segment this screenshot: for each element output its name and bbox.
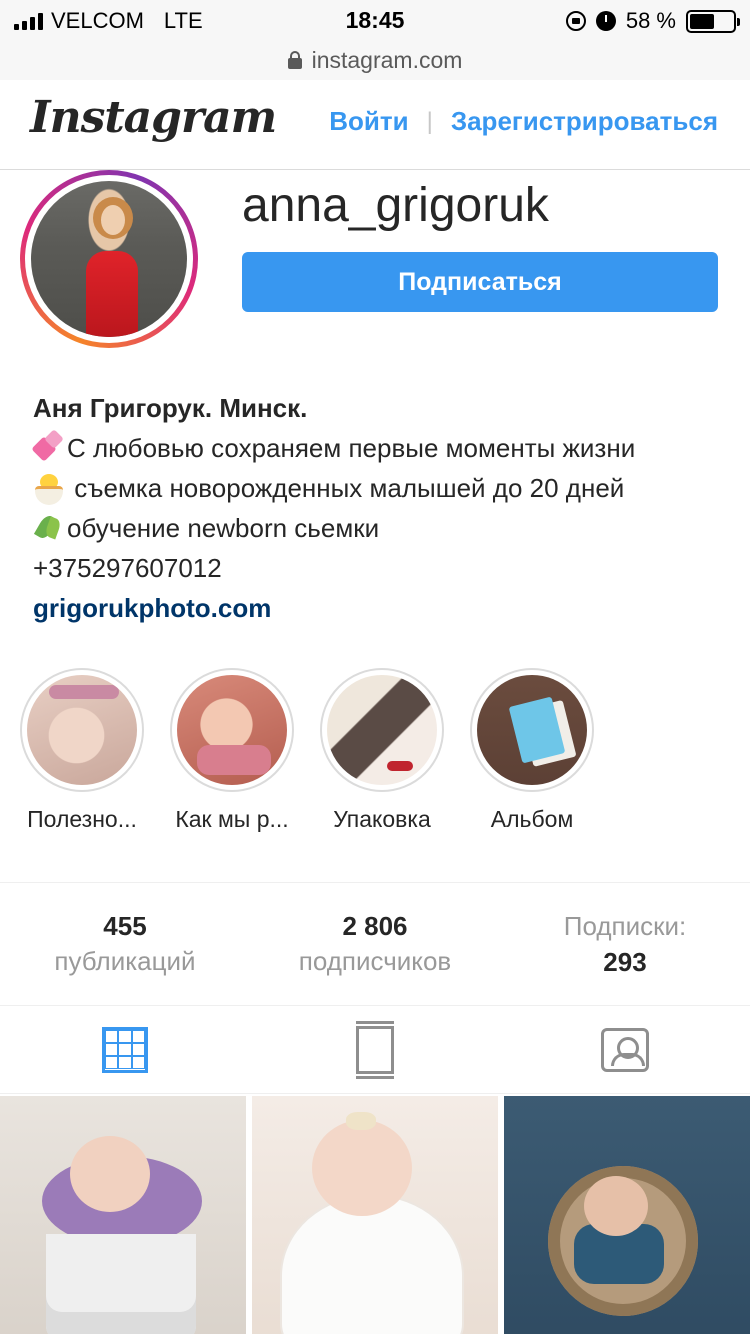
post-thumbnail[interactable] bbox=[504, 1096, 750, 1334]
battery-icon bbox=[686, 9, 740, 33]
battery-percent: 58 % bbox=[625, 8, 676, 33]
herb-icon bbox=[33, 512, 63, 542]
profile-tabs bbox=[0, 1006, 750, 1094]
hearts-icon bbox=[33, 432, 63, 462]
tab-feed[interactable] bbox=[250, 1006, 500, 1093]
following-value: 293 bbox=[603, 947, 647, 977]
highlight-item[interactable]: Как мы р... bbox=[170, 668, 294, 833]
login-link[interactable]: Войти bbox=[329, 106, 408, 137]
lock-icon bbox=[287, 51, 302, 69]
profile-avatar-story-ring[interactable] bbox=[20, 170, 198, 348]
auth-links: Войти | Зарегистрироваться bbox=[329, 106, 718, 137]
story-highlights: Полезно... Как мы р... Упаковка Альбом bbox=[20, 668, 594, 833]
highlight-cover bbox=[477, 675, 587, 785]
post-thumbnail[interactable] bbox=[0, 1096, 246, 1334]
feed-icon bbox=[356, 1020, 394, 1079]
followers-value: 2 806 bbox=[342, 911, 408, 941]
followers-count[interactable]: 2 806 подписчиков bbox=[250, 883, 500, 1005]
register-link[interactable]: Зарегистрироваться bbox=[451, 106, 718, 137]
following-label: Подписки: bbox=[563, 911, 687, 941]
profile-stats: 455 публикаций 2 806 подписчиков Подписк… bbox=[0, 882, 750, 1006]
rotation-lock-icon bbox=[565, 11, 586, 31]
profile-username: anna_grigoruk bbox=[242, 179, 549, 232]
bio-line: С любовью сохраняем первые моменты жизни bbox=[33, 428, 723, 468]
post-thumbnail[interactable] bbox=[252, 1096, 498, 1334]
tab-grid[interactable] bbox=[0, 1006, 250, 1093]
bio-phone[interactable]: +375297607012 bbox=[33, 548, 723, 588]
grid-icon bbox=[102, 1026, 148, 1073]
posts-value: 455 bbox=[103, 911, 147, 941]
bio-line: обучение newborn сьемки bbox=[33, 508, 723, 548]
follow-button[interactable]: Подписаться bbox=[242, 252, 718, 312]
highlight-label: Полезно... bbox=[27, 806, 137, 832]
alarm-icon bbox=[595, 11, 616, 31]
instagram-logo[interactable]: Instagram bbox=[30, 92, 277, 143]
browser-url-bar[interactable]: instagram.com bbox=[0, 40, 750, 80]
highlight-label: Упаковка bbox=[333, 806, 431, 832]
followers-label: подписчиков bbox=[298, 946, 452, 976]
highlight-cover bbox=[327, 675, 437, 785]
highlight-cover bbox=[27, 675, 137, 785]
status-bar: VELCOM LTE 18:45 58 % bbox=[0, 0, 750, 40]
photo-grid bbox=[0, 1096, 750, 1334]
hatching-chick-icon bbox=[33, 472, 63, 505]
bio-full-name: Аня Григорук. Минск. bbox=[33, 393, 308, 423]
highlight-cover bbox=[177, 675, 287, 785]
battery-fill bbox=[690, 13, 715, 29]
posts-count: 455 публикаций bbox=[0, 883, 250, 1005]
tab-tagged[interactable] bbox=[500, 1006, 750, 1093]
avatar bbox=[31, 181, 187, 337]
site-header: Instagram Войти | Зарегистрироваться bbox=[0, 80, 750, 170]
tagged-icon bbox=[601, 1027, 649, 1072]
status-right: 58 % bbox=[565, 8, 740, 34]
posts-label: публикаций bbox=[54, 946, 196, 976]
link-separator: | bbox=[426, 107, 433, 135]
highlight-label: Как мы р... bbox=[175, 806, 289, 832]
profile-bio: Аня Григорук. Минск. С любовью сохраняем… bbox=[33, 388, 723, 628]
highlight-item[interactable]: Полезно... bbox=[20, 668, 144, 833]
url-text: instagram.com bbox=[311, 46, 463, 73]
bio-line: съемка новорожденных малышей до 20 дней bbox=[33, 468, 723, 508]
highlight-item[interactable]: Альбом bbox=[470, 668, 594, 833]
following-count[interactable]: Подписки: 293 bbox=[500, 883, 750, 1005]
highlight-item[interactable]: Упаковка bbox=[320, 668, 444, 833]
highlight-label: Альбом bbox=[490, 806, 574, 832]
bio-website-link[interactable]: grigorukphoto.com bbox=[33, 588, 723, 628]
